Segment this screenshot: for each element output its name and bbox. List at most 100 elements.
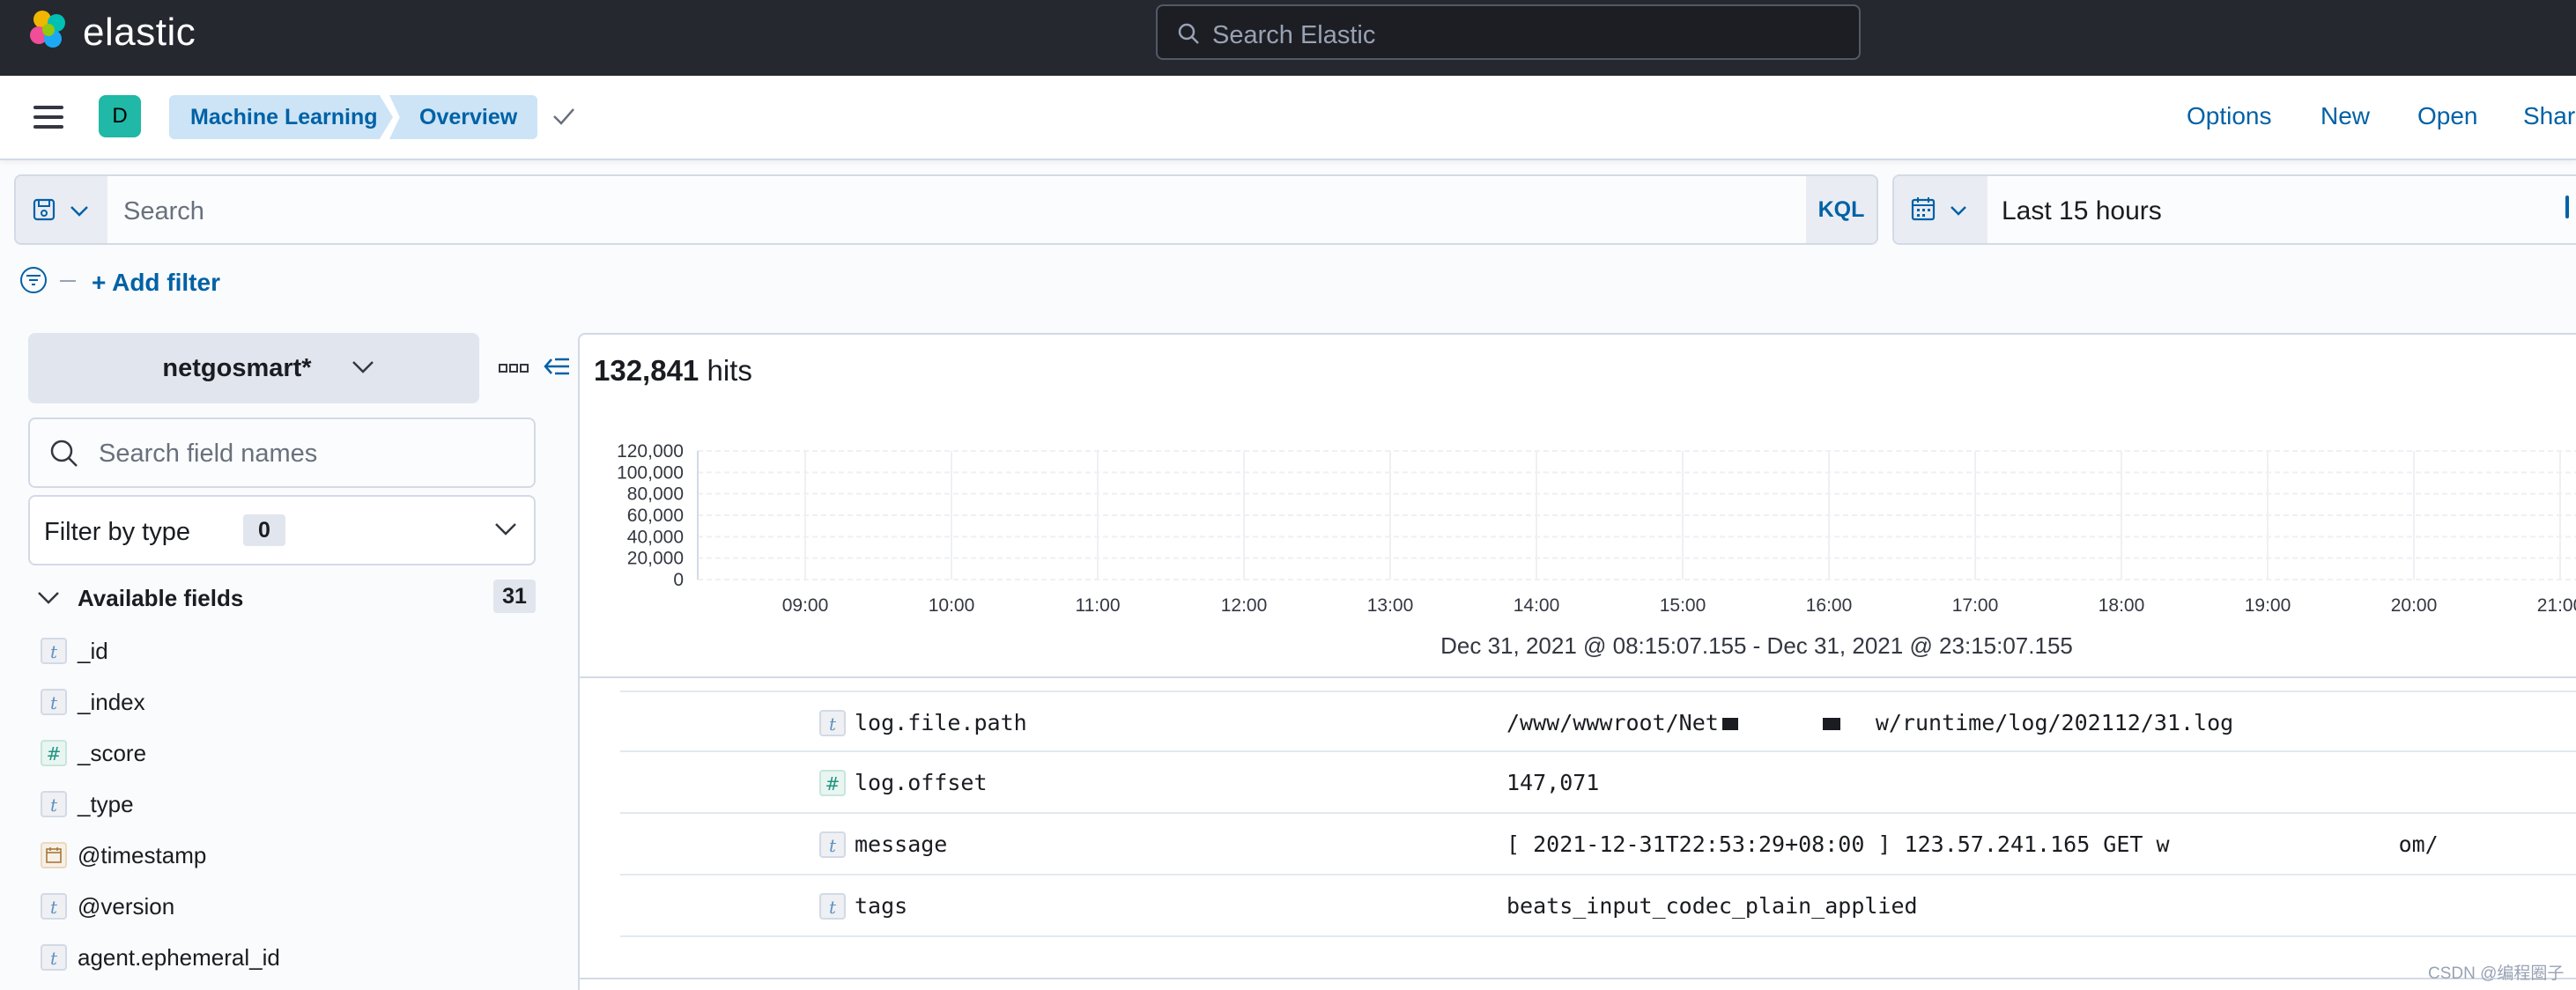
query-bar: Search KQL [14, 174, 1878, 245]
global-search-placeholder: Search Elastic [1212, 21, 1376, 49]
time-picker: Last 15 hours [1892, 174, 2576, 245]
document-field-row[interactable]: t message [ 2021-12-31T22:53:29+08:00 ] … [620, 814, 2576, 875]
new-link[interactable]: New [2321, 102, 2370, 130]
time-range-display[interactable]: Last 15 hours [2002, 196, 2162, 226]
doc-field-key: log.file.path [855, 710, 1027, 735]
breadcrumb-overview[interactable]: Overview [389, 95, 537, 139]
doc-field-value: 147,071 [1506, 770, 1600, 795]
watermark: CSDN @编程圈子 [2428, 964, 2565, 983]
chevron-down-icon [70, 206, 88, 217]
chevron-down-icon [1951, 206, 1966, 216]
x-tick-label: 21:00 [2537, 595, 2576, 616]
field-name: _score [78, 740, 147, 766]
doc-value-start: /www/wwwroot/Net [1506, 710, 1719, 735]
x-tick-label: 16:00 [1806, 595, 1853, 616]
chevron-down-icon [352, 361, 374, 373]
doc-field-key: tags [855, 893, 908, 919]
document-field-row[interactable]: t log.file.path /www/wwwroot/Net w/runtim… [620, 691, 2576, 752]
doc-field-key: message [855, 831, 948, 857]
x-tick-label: 11:00 [1076, 595, 1121, 616]
field-name: @timestamp [78, 842, 207, 868]
document-field-row[interactable]: t tags beats_input_codec_plain_applied [620, 875, 2576, 937]
top-header: elastic Search Elastic [0, 0, 2576, 76]
string-type-icon: t [41, 638, 67, 664]
doc-field-key: log.offset [855, 770, 988, 795]
filter-by-type-button[interactable]: Filter by type 0 [28, 495, 536, 565]
more-options-icon[interactable] [499, 363, 529, 373]
y-tick-label: 100,000 [617, 462, 684, 483]
doc-field-value: beats_input_codec_plain_applied [1506, 893, 1918, 919]
index-pattern-selector[interactable]: netgosmart* [28, 333, 479, 403]
filter-icon[interactable] [19, 266, 51, 296]
histogram-chart[interactable]: 120,000100,00080,00060,00040,00020,0000 0… [578, 430, 2576, 625]
quick-select-button[interactable] [1894, 176, 1988, 243]
global-search-input[interactable]: Search Elastic [1156, 4, 1861, 60]
saved-query-button[interactable] [16, 176, 107, 243]
string-type-icon: t [819, 710, 846, 736]
chevron-down-icon[interactable] [35, 588, 62, 608]
panel-bottom-divider [578, 978, 2576, 979]
x-tick-label: 12:00 [1221, 595, 1268, 616]
add-filter-button[interactable]: + Add filter [92, 269, 220, 297]
refresh-button-edge[interactable] [2565, 196, 2569, 218]
doc-value-end: om/ [2398, 831, 2439, 857]
doc-value-start: [ 2021-12-31T22:53:29+08:00 ] 123.57.241… [1506, 831, 2170, 857]
filter-by-type-label: Filter by type [44, 518, 190, 546]
filter-divider [60, 280, 76, 282]
y-tick-label: 120,000 [617, 441, 684, 462]
field-search-placeholder: Search field names [99, 440, 318, 468]
x-tick-label: 14:00 [1514, 595, 1560, 616]
index-pattern-name: netgosmart* [162, 354, 312, 382]
string-type-icon: t [41, 791, 67, 817]
field-name: _type [78, 791, 134, 817]
kql-toggle-button[interactable]: KQL [1806, 176, 1876, 243]
hits-label: hits [707, 354, 752, 387]
app-header: D Machine Learning Overview Options New … [0, 76, 2576, 160]
chevron-down-icon [495, 523, 516, 536]
doc-field-value: /www/wwwroot/Net w/runtime/log/202112/31.… [1506, 710, 2233, 735]
field-name: _id [78, 638, 108, 664]
string-type-icon: t [819, 831, 846, 858]
options-link[interactable]: Options [2187, 102, 2272, 130]
collapse-sidebar-icon[interactable] [543, 354, 571, 379]
x-tick-label: 17:00 [1952, 595, 1999, 616]
document-field-row[interactable]: # log.offset 147,071 [620, 752, 2576, 814]
panel-divider [578, 676, 2576, 678]
query-input[interactable]: Search [123, 197, 204, 226]
hits-counter: 132,841 hits [594, 354, 752, 388]
brand-name[interactable]: elastic [83, 11, 196, 55]
x-tick-label: 18:00 [2099, 595, 2145, 616]
field-name: @version [78, 893, 175, 920]
y-tick-label: 0 [673, 570, 684, 590]
y-tick-label: 20,000 [627, 549, 684, 569]
menu-icon[interactable] [33, 106, 63, 129]
available-fields-title[interactable]: Available fields [78, 585, 243, 612]
available-fields-count: 31 [493, 580, 536, 613]
number-type-icon: # [41, 740, 67, 766]
redacted-block [1822, 718, 1840, 730]
time-span-label: Dec 31, 2021 @ 08:15:07.155 - Dec 31, 20… [1440, 632, 2073, 659]
search-icon [50, 440, 78, 467]
doc-field-value: [ 2021-12-31T22:53:29+08:00 ] 123.57.241… [1506, 831, 2439, 857]
space-avatar[interactable]: D [99, 95, 141, 137]
number-type-icon: # [819, 770, 846, 796]
doc-value-end: w/runtime/log/202112/31.log [1875, 710, 2234, 735]
filter-count-badge: 0 [243, 514, 285, 546]
string-type-icon: t [41, 689, 67, 715]
x-tick-label: 20:00 [2391, 595, 2438, 616]
share-link[interactable]: Shar [2523, 102, 2575, 130]
save-icon [33, 198, 56, 221]
string-type-icon: t [41, 944, 67, 971]
search-icon [1178, 23, 1199, 44]
breadcrumb-machine-learning[interactable]: Machine Learning [169, 95, 393, 139]
calendar-icon [1911, 197, 1936, 221]
x-tick-label: 10:00 [929, 595, 975, 616]
redacted-block [1721, 718, 1738, 730]
hits-count: 132,841 [594, 354, 700, 387]
elastic-logo-icon[interactable] [26, 9, 70, 53]
field-search-input[interactable]: Search field names [28, 417, 536, 488]
x-tick-label: 13:00 [1367, 595, 1414, 616]
x-tick-label: 09:00 [782, 595, 829, 616]
open-link[interactable]: Open [2417, 102, 2478, 130]
x-tick-label: 19:00 [2245, 595, 2291, 616]
